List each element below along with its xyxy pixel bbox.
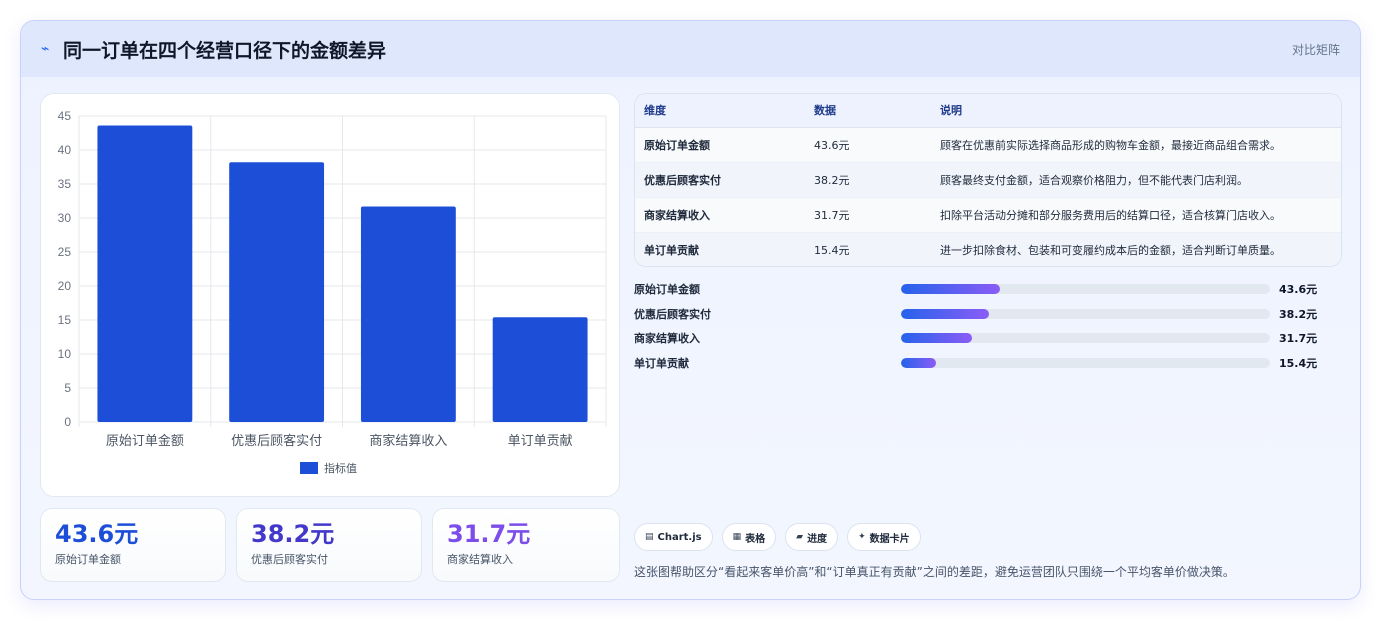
header-description: 说明 (931, 94, 1341, 128)
card-icon: ✦ (858, 532, 866, 542)
chip-table[interactable]: ▦ 表格 (721, 523, 777, 551)
table-row: 原始订单金额 43.6元 顾客在优惠前实际选择商品形成的购物车金额，最接近商品组… (635, 127, 1341, 163)
bar-chart: 0 5 10 15 20 25 30 35 40 45 原始订单金额 优惠后顾客实付 商家结算收入 单订单… (58, 109, 607, 475)
chip-label: 进度 (807, 533, 828, 545)
stat-card-settlement: 31.7元 商家结算收入 (432, 508, 620, 582)
stat-card-paid: 38.2元 优惠后顾客实付 (236, 508, 422, 582)
cell-description: 顾客最终支付金额，适合观察价格阻力，但不能代表门店利润。 (931, 162, 1341, 198)
cell-dimension: 原始订单金额 (635, 127, 805, 163)
trend-line-icon: ⌁ (41, 41, 50, 57)
progress-label: 商家结算收入 (634, 332, 700, 346)
progress-row: 商家结算收入 31.7元 (634, 326, 1342, 351)
stat-card-original: 43.6元 原始订单金额 (40, 508, 226, 582)
bar-3 (360, 206, 456, 422)
cell-description: 扣除平台活动分摊和部分服务费用后的结算口径，适合核算门店收入。 (931, 197, 1341, 233)
y-tick-label: 0 (64, 415, 71, 429)
chip-label: Chart.js (657, 531, 702, 543)
y-tick-label: 45 (58, 109, 72, 123)
comparison-table: 维度 数据 说明 原始订单金额 43.6元 顾客在优惠前实际选择商品形成的购物车… (634, 93, 1342, 267)
y-tick-label: 5 (64, 381, 71, 395)
progress-row: 优惠后顾客实付 38.2元 (634, 302, 1342, 327)
progress-fill (901, 333, 973, 344)
bar-1 (97, 125, 193, 422)
table-icon: ▦ (732, 532, 742, 542)
cell-description: 进一步扣除食材、包装和可变履约成本后的金额，适合判断订单质量。 (931, 232, 1341, 266)
chip-label: 数据卡片 (869, 533, 910, 545)
progress-list: 原始订单金额 43.6元 优惠后顾客实付 38.2元 商家结算收入 31.7元 … (634, 277, 1342, 375)
chip-progress[interactable]: ▰ 进度 (785, 523, 839, 551)
progress-fill (901, 308, 989, 319)
progress-value: 43.6元 (1279, 283, 1318, 297)
bar-chart-panel: 0 5 10 15 20 25 30 35 40 45 原始订单金额 优惠后顾客实付 商家结算收入 单订单… (40, 93, 620, 497)
cell-dimension: 单订单贡献 (635, 232, 805, 266)
progress-label: 原始订单金额 (634, 283, 700, 297)
y-tick-label: 30 (58, 211, 72, 225)
stat-value: 43.6元 (55, 520, 139, 548)
x-tick-label: 商家结算收入 (369, 433, 447, 449)
y-tick-label: 25 (58, 245, 72, 259)
progress-icon: ▰ (796, 532, 804, 542)
cell-data: 43.6元 (805, 127, 931, 163)
table-row: 优惠后顾客实付 38.2元 顾客最终支付金额，适合观察价格阻力，但不能代表门店利… (635, 162, 1341, 198)
stat-label: 优惠后顾客实付 (251, 553, 328, 566)
table-row: 商家结算收入 31.7元 扣除平台活动分摊和部分服务费用后的结算口径，适合核算门… (635, 197, 1341, 233)
tag-chips: ▤ Chart.js ▦ 表格 ▰ 进度 ✦ 数据卡片 (634, 523, 921, 551)
stat-label: 原始订单金额 (55, 553, 121, 566)
header-dimension: 维度 (635, 94, 805, 128)
cell-data: 38.2元 (805, 162, 931, 198)
progress-fill (901, 284, 1000, 295)
stat-value: 31.7元 (447, 520, 531, 548)
y-tick-label: 10 (58, 347, 72, 361)
y-tick-label: 20 (58, 279, 72, 293)
footnote: 这张图帮助区分“看起来客单价高”和“订单真正有贡献”之间的差距，避免运营团队只围… (634, 565, 1235, 579)
chip-data-card[interactable]: ✦ 数据卡片 (847, 523, 921, 551)
card-header: ⌁ 同一订单在四个经营口径下的金额差异 对比矩阵 (21, 21, 1360, 77)
cell-dimension: 商家结算收入 (635, 197, 805, 233)
comparison-card: ⌁ 同一订单在四个经营口径下的金额差异 对比矩阵 0 5 10 15 20 25 30 35 4… (20, 20, 1361, 600)
x-tick-label: 优惠后顾客实付 (231, 433, 322, 449)
cell-data: 15.4元 (805, 232, 931, 266)
y-tick-label: 40 (58, 143, 72, 157)
bar-4 (492, 317, 588, 422)
progress-fill (901, 357, 937, 368)
matrix-badge: 对比矩阵 (1291, 42, 1340, 57)
cell-dimension: 优惠后顾客实付 (635, 162, 805, 198)
progress-value: 38.2元 (1279, 307, 1318, 321)
x-tick-label: 原始订单金额 (106, 433, 184, 449)
progress-row: 原始订单金额 43.6元 (634, 277, 1342, 302)
cell-data: 31.7元 (805, 197, 931, 233)
table-row: 单订单贡献 15.4元 进一步扣除食材、包装和可变履约成本后的金额，适合判断订单… (635, 232, 1341, 266)
chip-chartjs[interactable]: ▤ Chart.js (634, 523, 713, 551)
bar-2 (229, 162, 325, 422)
progress-track (901, 284, 1270, 295)
chart-icon: ▤ (645, 532, 654, 542)
y-tick-label: 35 (58, 177, 72, 191)
header-data: 数据 (805, 94, 931, 128)
page-title: 同一订单在四个经营口径下的金额差异 (63, 39, 387, 62)
progress-track (901, 357, 1270, 368)
legend-swatch (300, 462, 318, 474)
table-header-row: 维度 数据 说明 (635, 94, 1341, 128)
stat-value: 38.2元 (251, 520, 335, 548)
progress-label: 单订单贡献 (634, 356, 689, 370)
x-tick-label: 单订单贡献 (508, 434, 573, 449)
progress-value: 15.4元 (1279, 356, 1318, 370)
progress-label: 优惠后顾客实付 (634, 307, 711, 321)
chip-label: 表格 (745, 533, 766, 545)
stat-label: 商家结算收入 (447, 553, 513, 566)
progress-track (901, 333, 1270, 344)
progress-value: 31.7元 (1279, 332, 1318, 346)
progress-row: 单订单贡献 15.4元 (634, 351, 1342, 376)
y-tick-label: 15 (58, 313, 72, 327)
progress-track (901, 308, 1270, 319)
legend-label: 指标值 (324, 461, 357, 475)
cell-description: 顾客在优惠前实际选择商品形成的购物车金额，最接近商品组合需求。 (931, 127, 1341, 163)
